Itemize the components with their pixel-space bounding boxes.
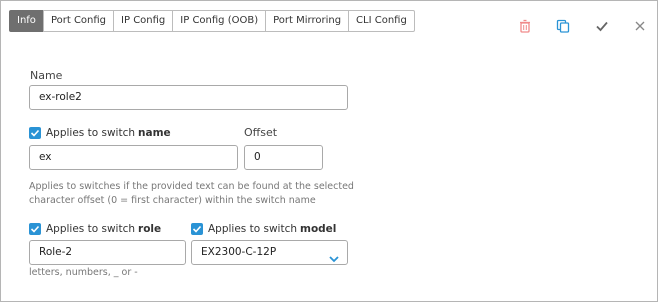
offset-label: Offset [244,126,278,139]
applies-role-checkbox[interactable] [29,223,41,235]
model-select-value: EX2300-C-12P [201,246,277,258]
applies-name-bold: name [138,127,171,139]
role-input[interactable]: Role-2 [29,240,186,265]
tab-ip-config-oob[interactable]: IP Config (OOB) [172,10,267,32]
applies-model-row: Applies to switch model [191,222,336,236]
name-match-input[interactable]: ex [29,145,238,170]
tab-info[interactable]: Info [9,10,44,32]
tab-cli-config[interactable]: CLI Config [348,10,415,32]
tab-port-mirroring[interactable]: Port Mirroring [265,10,350,32]
tab-ip-config[interactable]: IP Config [113,10,174,32]
applies-role-label: Applies to switch [46,223,136,235]
offset-input[interactable]: 0 [244,145,323,170]
name-help-line2: character offset (0 = first character) w… [29,195,316,206]
role-help-text: letters, numbers, _ or - [29,267,138,278]
applies-model-label: Applies to switch [208,223,298,235]
model-select[interactable]: EX2300-C-12P [191,240,348,265]
name-label: Name [30,69,63,82]
name-help-text: Applies to switches if the provided text… [29,180,354,208]
chevron-down-icon [329,249,339,272]
applies-name-row: Applies to switch name [29,126,171,140]
tab-port-config[interactable]: Port Config [42,10,115,32]
applies-model-checkbox[interactable] [191,223,203,235]
switch-template-panel: Info Port Config IP Config IP Config (OO… [0,0,658,302]
copy-icon[interactable] [556,19,572,35]
applies-role-bold: role [138,223,162,235]
check-icon[interactable] [595,19,611,35]
name-help-line1: Applies to switches if the provided text… [29,181,354,192]
name-input[interactable]: ex-role2 [29,85,348,110]
applies-name-checkbox[interactable] [29,127,41,139]
tab-bar: Info Port Config IP Config IP Config (OO… [9,10,415,32]
applies-role-row: Applies to switch role [29,222,161,236]
trash-icon[interactable] [518,19,534,35]
applies-name-label: Applies to switch [46,127,136,139]
close-icon[interactable] [633,19,649,35]
applies-model-bold: model [300,223,337,235]
